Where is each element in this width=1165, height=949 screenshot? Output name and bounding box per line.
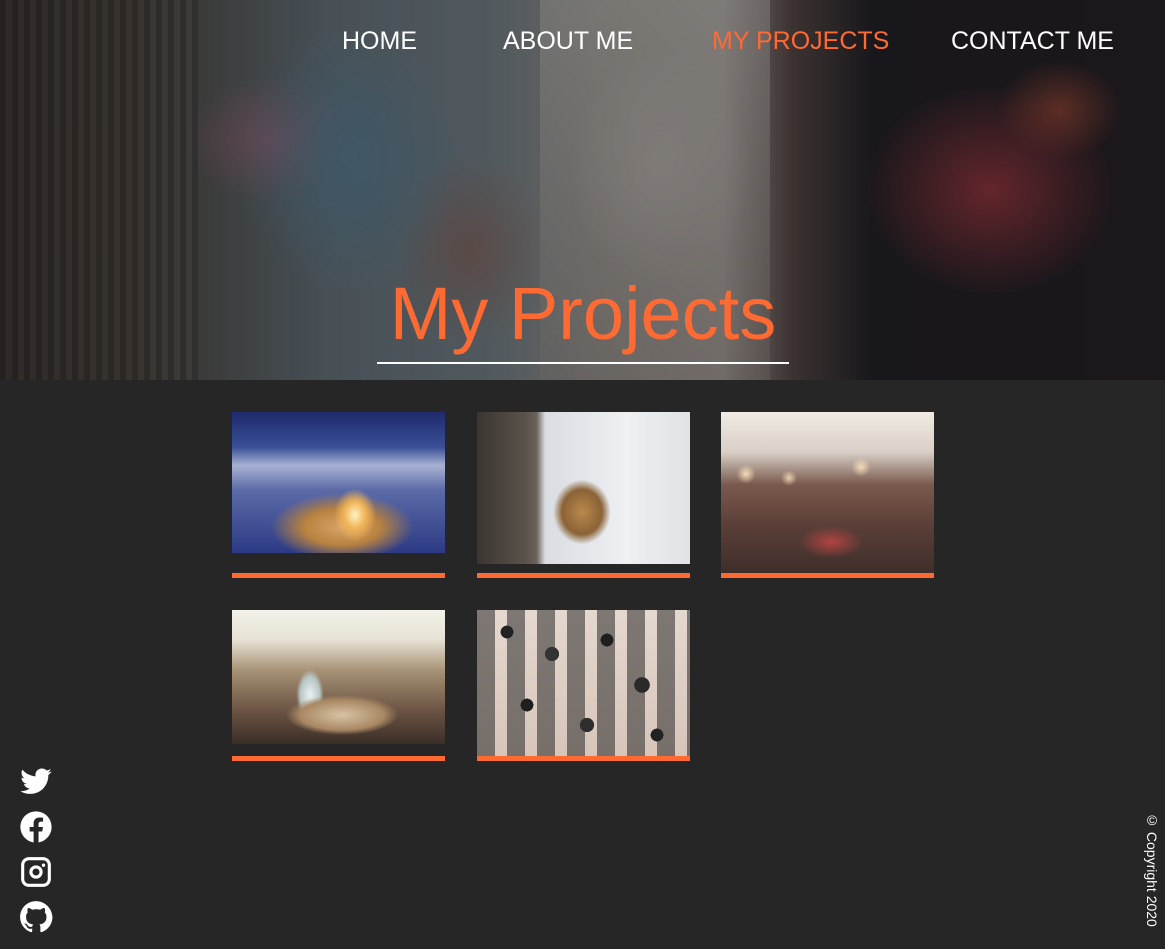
project-card[interactable] xyxy=(721,412,934,578)
nav-about-me-link[interactable]: ABOUT ME xyxy=(503,27,633,56)
page: HOME ABOUT ME MY PROJECTS CONTACT ME My … xyxy=(0,0,1165,949)
instagram-icon[interactable] xyxy=(19,855,53,889)
project-card[interactable] xyxy=(232,412,445,578)
project-image[interactable] xyxy=(721,412,934,573)
project-card[interactable] xyxy=(232,610,445,761)
project-card[interactable] xyxy=(477,412,690,578)
nav-contact-me-link[interactable]: CONTACT ME xyxy=(951,27,1114,56)
nav-home-link[interactable]: HOME xyxy=(342,27,417,56)
social-links xyxy=(19,765,55,945)
project-card[interactable] xyxy=(477,610,690,761)
title-underline xyxy=(377,362,789,364)
page-title-block: My Projects xyxy=(377,268,789,364)
project-image[interactable] xyxy=(232,412,445,553)
project-card-accent-bar xyxy=(232,756,445,761)
project-card-accent-bar xyxy=(232,573,445,578)
project-image[interactable] xyxy=(477,412,690,564)
github-icon[interactable] xyxy=(19,900,53,934)
copyright-notice: © Copyright 2020 xyxy=(1144,812,1160,927)
twitter-icon[interactable] xyxy=(19,765,53,799)
project-card-accent-bar xyxy=(477,756,690,761)
page-title: My Projects xyxy=(389,272,777,355)
hero-banner: HOME ABOUT ME MY PROJECTS CONTACT ME My … xyxy=(0,0,1165,380)
project-card-accent-bar xyxy=(721,573,934,578)
nav-my-projects-link[interactable]: MY PROJECTS xyxy=(712,27,889,56)
facebook-icon[interactable] xyxy=(19,810,53,844)
project-image[interactable] xyxy=(232,610,445,744)
project-card-accent-bar xyxy=(477,573,690,578)
project-image[interactable] xyxy=(477,610,690,756)
